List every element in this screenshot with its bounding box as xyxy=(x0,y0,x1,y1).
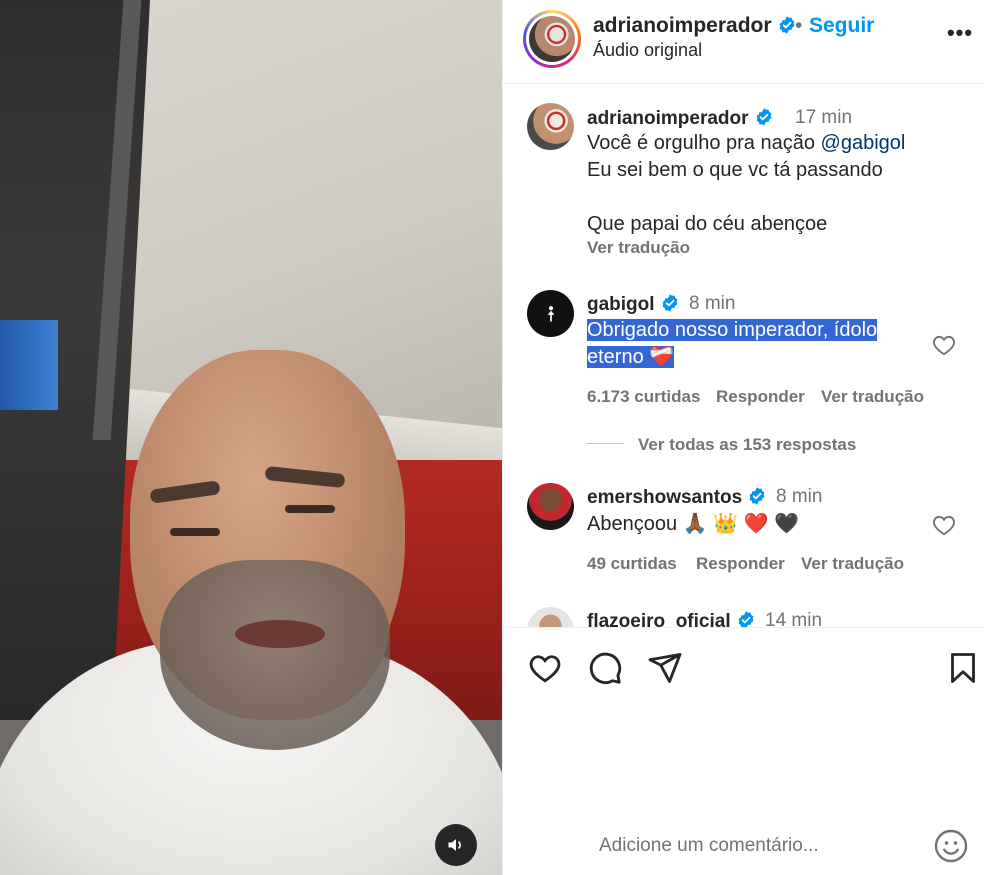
share-icon[interactable] xyxy=(647,650,683,686)
like-comment-heart-icon[interactable] xyxy=(931,332,957,358)
more-options-icon: ••• xyxy=(946,20,974,45)
comment-likes[interactable]: 6.173 curtidas xyxy=(587,387,700,407)
comment-username[interactable]: gabigol xyxy=(587,294,655,315)
post-panel: adrianoimperador • Seguir Áudio original… xyxy=(502,0,984,875)
author-username-row[interactable]: adrianoimperador xyxy=(593,14,797,38)
video-player[interactable] xyxy=(0,0,502,875)
author-username[interactable]: adrianoimperador xyxy=(593,14,772,37)
comment-text-line: Eu sei bem o que vc tá passando xyxy=(587,159,883,181)
comment-text-selected: eterno ❤️‍🩹 xyxy=(587,346,675,368)
header-separator: • xyxy=(795,14,803,37)
verified-badge-icon xyxy=(777,15,797,35)
comment-text-line: Obrigado nosso imperador, ídolo xyxy=(587,317,878,344)
view-replies-button[interactable]: Ver todas as 153 respostas xyxy=(638,435,856,455)
comment-time: 14 min xyxy=(765,610,823,627)
comment-username[interactable]: flazoeiro_oficial xyxy=(587,611,731,627)
comment-username[interactable]: emershowsantos xyxy=(587,487,742,508)
follow-button[interactable]: Seguir xyxy=(809,14,874,38)
like-comment-heart-icon[interactable] xyxy=(931,512,957,538)
comment-username-row[interactable]: gabigol xyxy=(587,293,680,316)
see-translation-link[interactable]: Ver tradução xyxy=(587,238,690,258)
gabigol-logo-icon xyxy=(547,305,554,321)
heart-icon[interactable] xyxy=(527,650,563,686)
comment-username-row[interactable]: flazoeiro_oficial xyxy=(587,610,756,627)
comment-input[interactable] xyxy=(599,830,899,862)
comment-time: 8 min xyxy=(689,293,736,314)
comment-likes[interactable]: 49 curtidas xyxy=(587,554,677,574)
person-eye xyxy=(170,528,220,536)
reply-button[interactable]: Responder xyxy=(716,387,805,407)
verified-badge-icon xyxy=(754,107,774,127)
see-translation-link[interactable]: Ver tradução xyxy=(821,387,924,407)
speaker-icon xyxy=(448,839,461,851)
comment-text: Abençoou 🙏🏾 👑 ❤️ 🖤 xyxy=(587,513,799,535)
post-header: adrianoimperador • Seguir Áudio original… xyxy=(503,0,984,84)
person-beard xyxy=(160,560,390,750)
person-mouth xyxy=(235,620,325,648)
author-avatar[interactable] xyxy=(523,10,581,68)
comments-list[interactable]: adrianoimperador 17 min Você é orgulho p… xyxy=(503,85,984,627)
add-comment-bar xyxy=(503,812,984,875)
verified-badge-icon xyxy=(747,486,767,506)
see-translation-link[interactable]: Ver tradução xyxy=(801,554,904,574)
emoji-icon[interactable] xyxy=(933,828,969,864)
comment-avatar[interactable] xyxy=(527,607,574,627)
comment-text-line: Que papai do céu abençoe xyxy=(587,213,828,235)
person-eye xyxy=(285,505,335,513)
mute-button[interactable] xyxy=(435,824,477,866)
comment-time: 8 min xyxy=(776,486,823,507)
author-avatar-image xyxy=(529,16,575,62)
comment-avatar[interactable] xyxy=(527,290,574,337)
verified-badge-icon xyxy=(736,610,756,627)
reply-button[interactable]: Responder xyxy=(696,554,785,574)
post-actions-bar xyxy=(503,627,984,707)
comment-text-line: eterno ❤️‍🩹 xyxy=(587,344,675,371)
verified-badge-icon xyxy=(660,293,680,313)
comment-avatar[interactable] xyxy=(527,483,574,530)
comment-text: Você é orgulho pra nação xyxy=(587,132,821,154)
original-audio-link[interactable]: Áudio original xyxy=(593,40,702,61)
comment-time: 17 min xyxy=(795,107,853,128)
comment-username[interactable]: adrianoimperador xyxy=(587,108,749,129)
comment-icon[interactable] xyxy=(587,650,623,686)
comment-avatar[interactable] xyxy=(527,103,574,150)
bookmark-icon[interactable] xyxy=(945,650,981,686)
mention-link[interactable]: @gabigol xyxy=(821,132,906,154)
more-options-button[interactable]: ••• xyxy=(943,22,977,52)
background-screen xyxy=(0,320,58,410)
comment-username-row[interactable]: emershowsantos xyxy=(587,486,767,509)
comment-username-row[interactable]: adrianoimperador xyxy=(587,107,774,130)
comment-text-line: Você é orgulho pra nação @gabigol xyxy=(587,130,905,157)
comment-text-selected: Obrigado nosso imperador, ídolo xyxy=(587,319,878,341)
replies-divider xyxy=(586,443,624,444)
